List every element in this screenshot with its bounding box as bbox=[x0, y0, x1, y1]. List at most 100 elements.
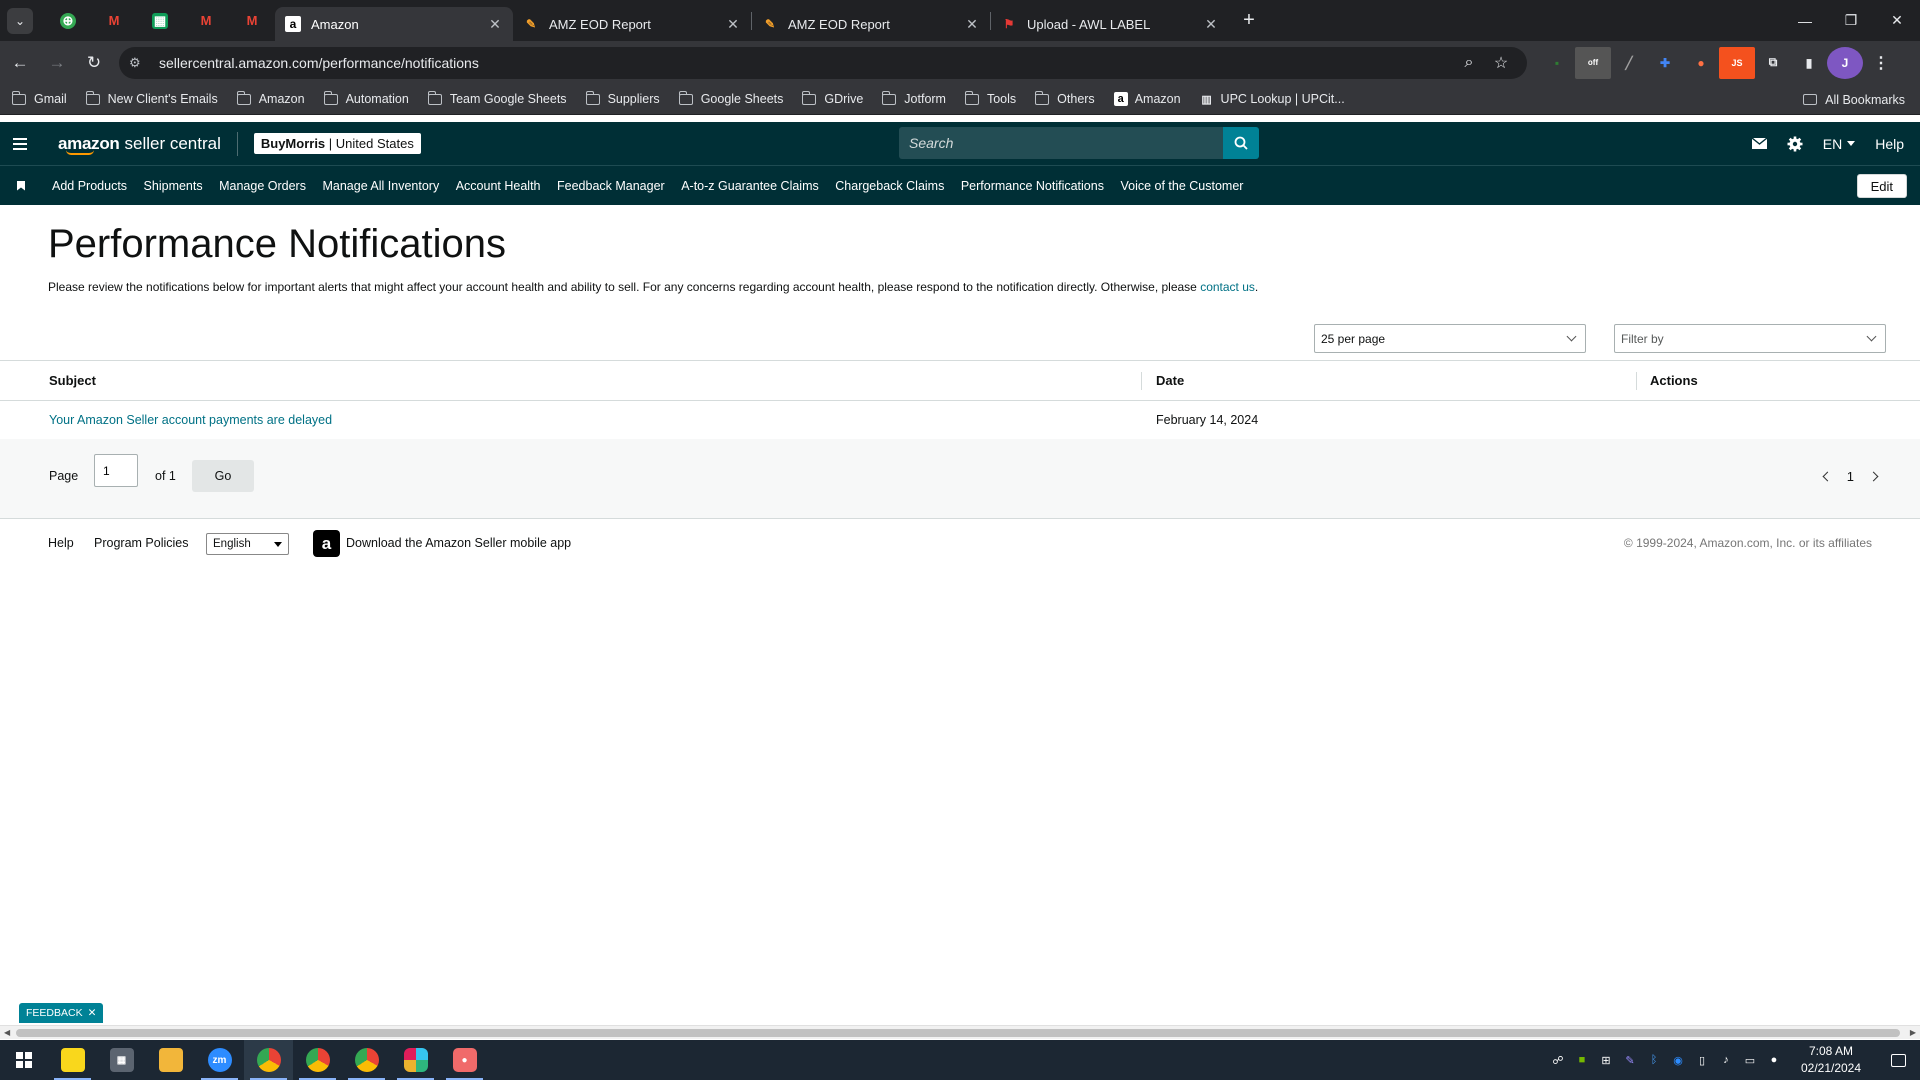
pinned-tab-sheets-2[interactable]: ▦ bbox=[137, 0, 183, 41]
messages-button[interactable] bbox=[1751, 138, 1767, 149]
settings-button[interactable] bbox=[1787, 136, 1803, 152]
people-icon[interactable]: ☍ bbox=[1546, 1054, 1570, 1067]
restore-icon[interactable]: ❐ bbox=[1828, 0, 1874, 41]
store-switcher[interactable]: BuyMorris | United States bbox=[253, 133, 421, 154]
forward-button[interactable]: → bbox=[40, 46, 74, 80]
bookmark-amazon-site[interactable]: a Amazon bbox=[1113, 92, 1181, 106]
volume-icon[interactable]: ♪ bbox=[1714, 1054, 1738, 1066]
notifications-button[interactable] bbox=[1876, 1053, 1920, 1067]
bookmark-team-google-sheets[interactable]: Team Google Sheets bbox=[427, 90, 567, 106]
edit-nav-button[interactable]: Edit bbox=[1856, 174, 1907, 198]
profile-button[interactable]: J bbox=[1827, 46, 1863, 79]
nav-manage-all-inventory[interactable]: Manage All Inventory bbox=[322, 179, 439, 193]
nav-manage-orders[interactable]: Manage Orders bbox=[219, 179, 306, 193]
download-app-link[interactable]: Download the Amazon Seller mobile app bbox=[346, 536, 571, 550]
pinned-tab-gmail-2[interactable]: M bbox=[183, 0, 229, 41]
nav-performance-notifications[interactable]: Performance Notifications bbox=[961, 179, 1104, 193]
all-bookmarks[interactable]: All Bookmarks bbox=[1803, 84, 1905, 115]
nav-account-health[interactable]: Account Health bbox=[456, 179, 541, 193]
taskbar-chrome-2[interactable] bbox=[293, 1040, 342, 1080]
go-button[interactable]: Go bbox=[192, 460, 254, 492]
nav-a-to-z-claims[interactable]: A-to-z Guarantee Claims bbox=[681, 179, 819, 193]
close-icon[interactable]: ✕ bbox=[1203, 16, 1219, 33]
contact-us-link[interactable]: contact us bbox=[1200, 280, 1255, 294]
system-clock[interactable]: 7:08 AM 02/21/2024 bbox=[1786, 1043, 1876, 1077]
bookmark-amazon-folder[interactable]: Amazon bbox=[236, 90, 305, 106]
tab-search-button[interactable]: ⌄ bbox=[7, 7, 33, 34]
bookmark-icon[interactable] bbox=[17, 180, 25, 191]
bookmark-tools[interactable]: Tools bbox=[964, 90, 1016, 106]
extension-off-icon[interactable]: off bbox=[1575, 46, 1611, 79]
column-subject[interactable]: Subject bbox=[49, 373, 96, 388]
site-settings-icon[interactable]: ⚙ bbox=[129, 55, 149, 71]
close-icon[interactable]: ✕ bbox=[725, 16, 741, 33]
network-icon[interactable]: ▭ bbox=[1738, 1054, 1762, 1067]
nav-feedback-manager[interactable]: Feedback Manager bbox=[557, 179, 665, 193]
new-tab-button[interactable]: + bbox=[1235, 7, 1263, 35]
url-text[interactable]: sellercentral.amazon.com/performance/not… bbox=[159, 55, 1453, 71]
menu-kebab-icon[interactable]: ⋮ bbox=[1863, 47, 1899, 79]
taskbar-sticky-notes[interactable] bbox=[48, 1040, 97, 1080]
extension-orange-circle-icon[interactable]: ● bbox=[1683, 47, 1719, 79]
scroll-left-icon[interactable]: ◀ bbox=[4, 1028, 10, 1037]
taskbar-zoom[interactable]: zm bbox=[195, 1040, 244, 1080]
zoom-icon[interactable]: ⌕ bbox=[1453, 54, 1485, 72]
extension-puzzle-blue-icon[interactable]: ✚ bbox=[1647, 47, 1683, 79]
bookmark-gdrive[interactable]: GDrive bbox=[802, 90, 863, 106]
nvidia-icon[interactable]: ■ bbox=[1570, 1054, 1594, 1066]
taskbar-slack[interactable] bbox=[391, 1040, 440, 1080]
extension-js-icon[interactable]: JS bbox=[1719, 46, 1755, 79]
seller-central-logo[interactable]: amazon seller central bbox=[58, 131, 238, 156]
extension-icon[interactable]: ▪ bbox=[1539, 47, 1575, 79]
battery-icon[interactable]: ▯ bbox=[1690, 1054, 1714, 1067]
minimize-icon[interactable]: — bbox=[1782, 0, 1828, 41]
feedback-tab[interactable]: FEEDBACK ✕ bbox=[19, 1003, 104, 1023]
amazon-app-icon[interactable]: a bbox=[313, 530, 340, 557]
filter-select[interactable]: Filter by bbox=[1614, 324, 1886, 353]
bookmark-upc-lookup[interactable]: ▥ UPC Lookup | UPCit... bbox=[1200, 92, 1344, 106]
taskbar-asana[interactable]: ● bbox=[440, 1040, 489, 1080]
language-switcher[interactable]: EN bbox=[1823, 136, 1856, 152]
bookmark-others[interactable]: Others bbox=[1035, 90, 1095, 106]
program-policies-link[interactable]: Program Policies bbox=[94, 536, 188, 550]
search-input[interactable] bbox=[899, 127, 1223, 159]
taskbar-file-explorer[interactable] bbox=[146, 1040, 195, 1080]
extension-pen-icon[interactable]: ╱ bbox=[1611, 47, 1647, 79]
chevron-right-icon[interactable] bbox=[1868, 471, 1879, 482]
help-link[interactable]: Help bbox=[1875, 136, 1904, 152]
horizontal-scrollbar[interactable]: ◀ ▶ bbox=[0, 1025, 1920, 1039]
bookmark-automation[interactable]: Automation bbox=[323, 90, 409, 106]
tab-amz-eod-report-2[interactable]: ✎ AMZ EOD Report ✕ bbox=[752, 7, 990, 41]
footer-language-select[interactable]: English bbox=[206, 533, 289, 555]
network-share-icon[interactable]: ⊞ bbox=[1594, 1054, 1618, 1067]
side-panel-icon[interactable]: ▮ bbox=[1791, 47, 1827, 79]
close-icon[interactable]: ✕ bbox=[487, 16, 503, 33]
reload-button[interactable]: ↻ bbox=[77, 46, 111, 80]
star-icon[interactable]: ☆ bbox=[1485, 53, 1517, 73]
pinned-tab-sheets[interactable]: ⊕ bbox=[45, 0, 91, 41]
nav-add-products[interactable]: Add Products bbox=[52, 179, 127, 193]
tab-amz-eod-report-1[interactable]: ✎ AMZ EOD Report ✕ bbox=[513, 7, 751, 41]
search-button[interactable] bbox=[1223, 127, 1259, 159]
zoom-tray-icon[interactable]: ◉ bbox=[1666, 1054, 1690, 1067]
scrollbar-thumb[interactable] bbox=[16, 1029, 1900, 1037]
footer-help-link[interactable]: Help bbox=[48, 536, 74, 550]
bookmark-new-clients-emails[interactable]: New Client's Emails bbox=[85, 90, 218, 106]
taskbar-chrome-1[interactable] bbox=[244, 1040, 293, 1080]
close-window-icon[interactable]: ✕ bbox=[1874, 0, 1920, 41]
bookmark-gmail[interactable]: Gmail bbox=[12, 90, 67, 106]
hamburger-menu-icon[interactable] bbox=[0, 122, 40, 165]
bookmark-google-sheets[interactable]: Google Sheets bbox=[678, 90, 783, 106]
close-icon[interactable]: ✕ bbox=[964, 16, 980, 33]
pinned-tab-gmail-3[interactable]: M bbox=[229, 0, 275, 41]
notification-subject-link[interactable]: Your Amazon Seller account payments are … bbox=[49, 413, 332, 427]
taskbar-calculator[interactable]: ▦ bbox=[97, 1040, 146, 1080]
microphone-icon[interactable]: ● bbox=[1762, 1054, 1786, 1066]
bluetooth-icon[interactable]: ᛒ bbox=[1642, 1054, 1666, 1066]
tab-amazon[interactable]: a Amazon ✕ bbox=[275, 7, 513, 41]
page-number-input[interactable] bbox=[94, 454, 138, 487]
column-date[interactable]: Date bbox=[1156, 373, 1184, 388]
per-page-select[interactable]: 25 per page bbox=[1314, 324, 1586, 353]
bookmark-jotform[interactable]: Jotform bbox=[882, 90, 946, 106]
address-bar[interactable]: ⚙ sellercentral.amazon.com/performance/n… bbox=[119, 46, 1527, 79]
